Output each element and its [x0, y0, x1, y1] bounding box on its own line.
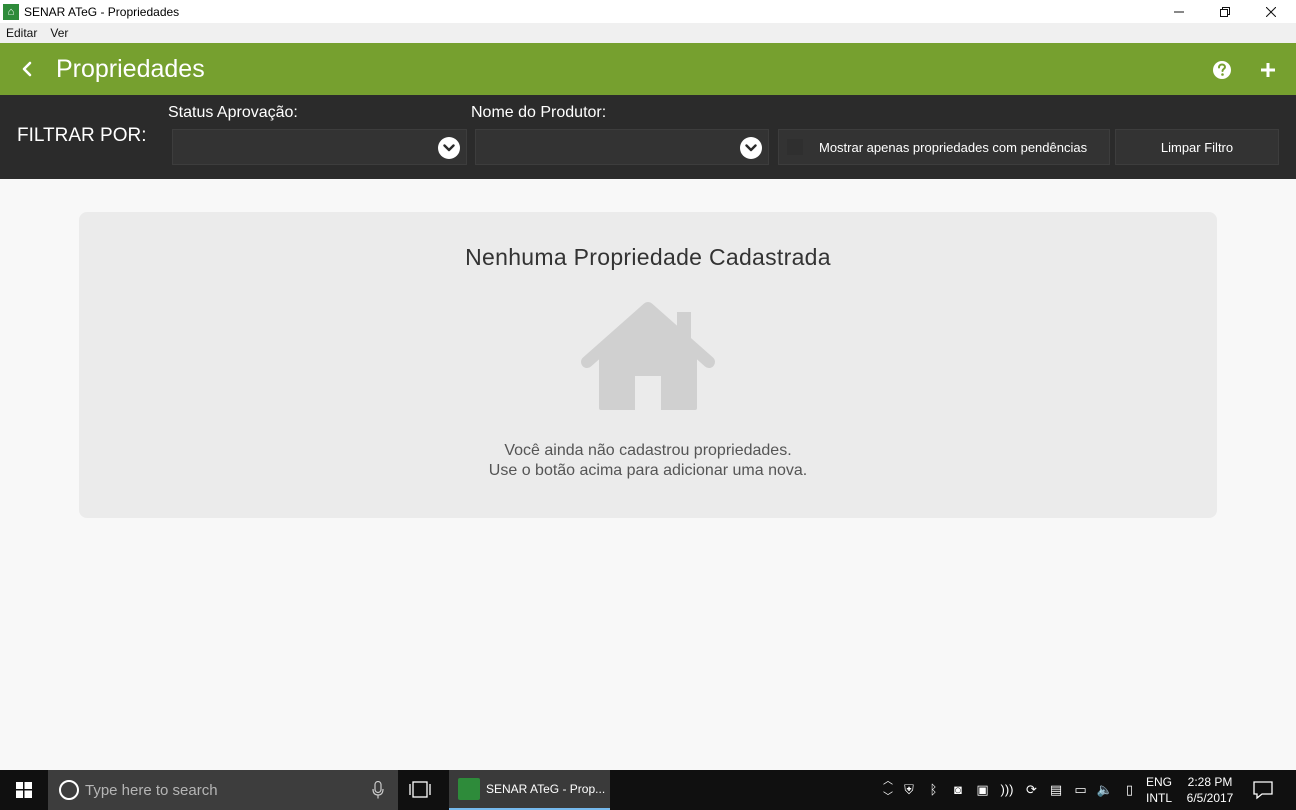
back-button[interactable]: [14, 56, 40, 82]
monitor-icon[interactable]: ▤: [1047, 781, 1065, 799]
window-title: SENAR ATeG - Propriedades: [24, 4, 180, 19]
cortana-icon: [59, 780, 79, 800]
clock-time: 2:28 PM: [1187, 775, 1233, 789]
clock-date: 6/5/2017: [1186, 791, 1234, 805]
sync-icon[interactable]: ⟳: [1023, 781, 1041, 799]
producer-name-label: Nome do Produtor:: [471, 104, 607, 121]
empty-state-message-line1: Você ainda não cadastrou propriedades.: [504, 442, 792, 459]
status-approval-label: Status Aprovação:: [168, 104, 298, 121]
pending-only-label: Mostrar apenas propriedades com pendênci…: [819, 139, 1088, 155]
filter-label: FILTRAR POR:: [17, 125, 147, 146]
nvidia-icon[interactable]: ▣: [974, 781, 992, 799]
menu-ver[interactable]: Ver: [50, 26, 68, 40]
help-circle-icon: [1213, 61, 1231, 79]
pending-only-checkbox[interactable]: Mostrar apenas propriedades com pendênci…: [778, 129, 1110, 165]
producer-name-select[interactable]: [475, 129, 769, 165]
battery-icon[interactable]: ▭: [1072, 781, 1090, 799]
app-header: Propriedades: [0, 43, 1296, 95]
network-icon[interactable]: ▯: [1121, 781, 1139, 799]
bluetooth-icon[interactable]: ᛒ: [925, 781, 943, 799]
empty-state-card: Nenhuma Propriedade Cadastrada Você aind…: [79, 212, 1217, 518]
house-icon: [581, 302, 715, 410]
checkbox-square[interactable]: [787, 139, 803, 155]
restore-button[interactable]: [1202, 0, 1248, 23]
minimize-icon: [1174, 11, 1184, 12]
tray-overflow-icon[interactable]: ︿ ﹀: [880, 774, 896, 806]
volume-icon[interactable]: 🔈: [1096, 781, 1114, 799]
taskbar-app-senar[interactable]: SENAR ATeG - Prop...: [449, 770, 610, 810]
language-layout: INTL: [1146, 791, 1173, 805]
task-view-icon[interactable]: [405, 779, 435, 801]
restore-icon: [1220, 6, 1230, 17]
window-titlebar: ⌂ SENAR ATeG - Propriedades: [0, 0, 1296, 23]
taskbar-app-label: SENAR ATeG - Prop...: [486, 782, 606, 796]
add-property-button[interactable]: [1257, 59, 1279, 81]
clear-filter-button[interactable]: Limpar Filtro: [1115, 129, 1279, 165]
windows-taskbar: Type here to search SENAR ATeG - Prop...…: [0, 770, 1296, 810]
chevron-down-icon: [740, 137, 762, 159]
close-button[interactable]: [1248, 0, 1294, 23]
system-clock[interactable]: 2:28 PM 6/5/2017: [1182, 774, 1238, 806]
page-title: Propriedades: [56, 55, 205, 83]
wifi-signal-icon[interactable]: ))): [998, 781, 1016, 799]
empty-state-message-line2: Use o botão acima para adicionar uma nov…: [488, 462, 808, 479]
menu-editar[interactable]: Editar: [6, 26, 37, 40]
menu-bar: Editar Ver: [0, 23, 1296, 43]
senar-app-icon: [458, 778, 480, 800]
chevron-down-icon: [438, 137, 460, 159]
skype-icon[interactable]: ◙: [949, 781, 967, 799]
system-tray: ⛨ ᛒ ◙ ▣ ))) ⟳ ▤ ▭ 🔈 ▯: [900, 780, 1145, 800]
chevron-left-icon: [22, 61, 32, 77]
notifications-icon[interactable]: [1252, 780, 1274, 800]
status-approval-select[interactable]: [172, 129, 467, 165]
help-button[interactable]: [1211, 59, 1233, 81]
plus-icon: [1261, 63, 1275, 77]
language-code: ENG: [1146, 775, 1173, 789]
microphone-icon[interactable]: [372, 781, 384, 799]
empty-state-title: Nenhuma Propriedade Cadastrada: [465, 244, 831, 270]
language-indicator[interactable]: ENG INTL: [1146, 774, 1172, 806]
minimize-button[interactable]: [1156, 0, 1202, 23]
search-placeholder: Type here to search: [85, 781, 218, 799]
senar-app-icon: ⌂: [3, 3, 19, 20]
filter-bar: FILTRAR POR: Status Aprovação: Nome do P…: [0, 95, 1296, 179]
start-button[interactable]: [0, 770, 48, 810]
windows-logo-icon: [16, 782, 32, 798]
close-icon: [1266, 6, 1276, 17]
shield-icon[interactable]: ⛨: [900, 781, 918, 799]
taskbar-search-box[interactable]: Type here to search: [48, 770, 398, 810]
